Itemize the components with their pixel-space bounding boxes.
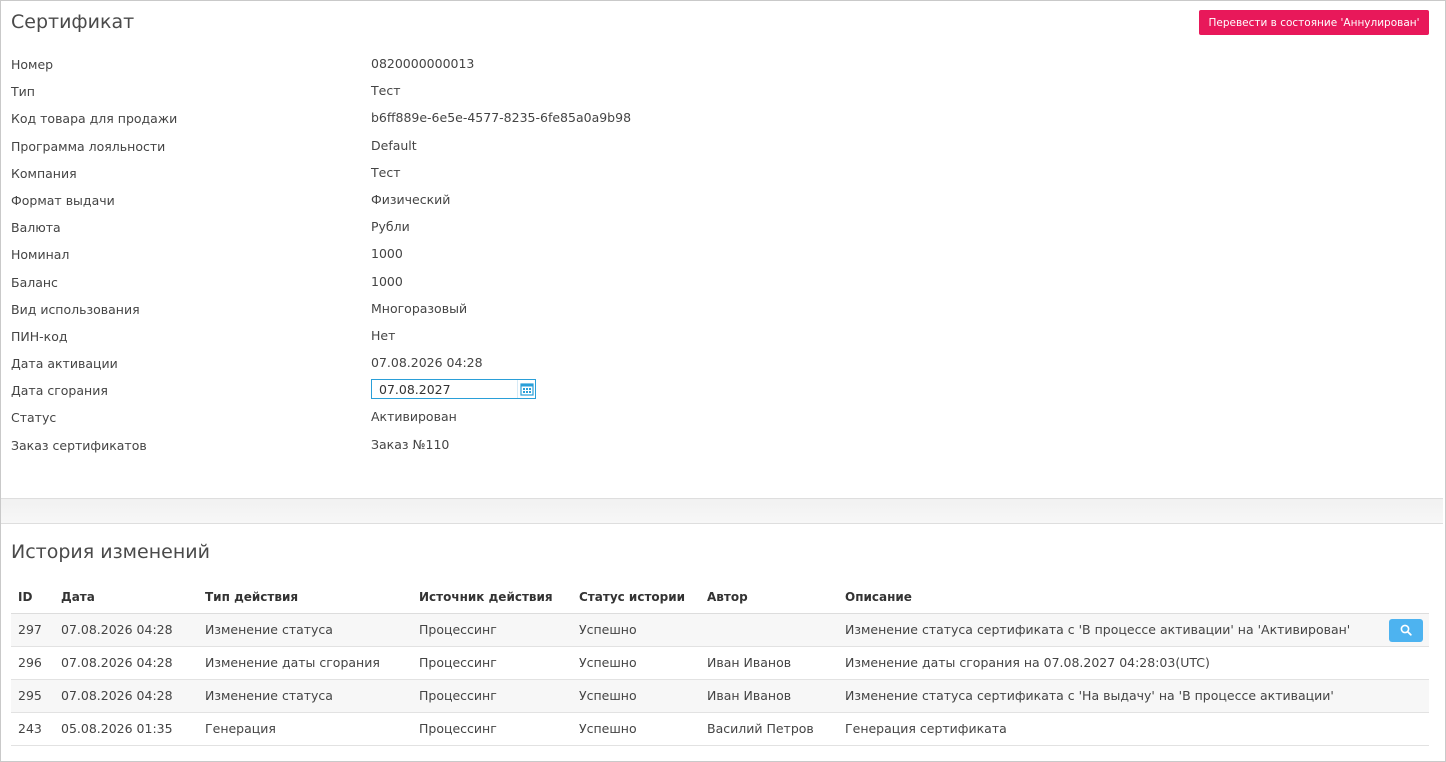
- field-label: ПИН-код: [11, 328, 68, 344]
- cell-id: 243: [11, 712, 54, 746]
- field-company: Компания Тест: [11, 162, 711, 189]
- field-value: 07.08.2026 04:28: [371, 355, 483, 371]
- field-label: Формат выдачи: [11, 192, 115, 208]
- expiry-date-input[interactable]: 07.08.2027: [371, 379, 536, 400]
- field-label: Код товара для продажи: [11, 111, 178, 127]
- history-header-row: ID Дата Тип действия Источник действия С…: [11, 581, 1429, 614]
- cell-date: 07.08.2026 04:28: [54, 679, 198, 713]
- cell-author: Иван Иванов: [700, 646, 838, 680]
- cell-date: 07.08.2026 04:28: [54, 613, 198, 647]
- field-balance: Баланс 1000: [11, 271, 711, 298]
- field-issue-format: Формат выдачи Физический: [11, 189, 711, 216]
- history-table: ID Дата Тип действия Источник действия С…: [11, 581, 1429, 746]
- field-label: Заказ сертификатов: [11, 437, 147, 453]
- table-row[interactable]: 296 07.08.2026 04:28 Изменение даты сгор…: [11, 646, 1429, 680]
- column-header-action-type[interactable]: Тип действия: [198, 581, 412, 614]
- cell-date: 05.08.2026 01:35: [54, 712, 198, 746]
- cell-id: 295: [11, 679, 54, 713]
- cell-source: Процессинг: [412, 679, 572, 713]
- calendar-icon[interactable]: [517, 380, 535, 399]
- field-nominal: Номинал 1000: [11, 243, 711, 270]
- field-value: 1000: [371, 246, 403, 262]
- column-header-history-status[interactable]: Статус истории: [572, 581, 700, 614]
- cell-author: Иван Иванов: [700, 679, 838, 713]
- cell-action: Изменение даты сгорания: [198, 646, 412, 680]
- field-label: Тип: [11, 84, 35, 100]
- column-header-date[interactable]: Дата: [54, 581, 198, 614]
- cell-action: Генерация: [198, 712, 412, 746]
- search-icon: [1400, 624, 1412, 636]
- field-value: 0820000000013: [371, 56, 475, 71]
- cell-status: Успешно: [572, 679, 700, 713]
- column-header-id[interactable]: ID: [11, 581, 54, 614]
- field-loyalty-program: Программа лояльности Default: [11, 135, 711, 162]
- table-row[interactable]: 295 07.08.2026 04:28 Изменение статуса П…: [11, 679, 1429, 713]
- field-type: Тип Тест: [11, 80, 711, 107]
- field-value: Физический: [371, 191, 451, 207]
- cell-description: Генерация сертификата: [838, 712, 1429, 746]
- cell-author: Василий Петров: [700, 712, 838, 746]
- field-value: Многоразовый: [371, 300, 468, 316]
- column-header-author[interactable]: Автор: [700, 581, 838, 614]
- column-header-action-source[interactable]: Источник действия: [412, 581, 572, 614]
- expiry-date-value[interactable]: 07.08.2027: [372, 382, 517, 397]
- cell-source: Процессинг: [412, 712, 572, 746]
- cell-description: Изменение статуса сертификата с 'На выда…: [838, 679, 1429, 713]
- history-panel: История изменений ID Дата Тип действия И…: [1, 525, 1443, 760]
- panel-divider: [1, 499, 1443, 524]
- field-value: Тест: [371, 164, 401, 180]
- field-label: Статус: [11, 410, 57, 426]
- field-label: Номер: [11, 57, 54, 72]
- page-title: Сертификат: [11, 11, 135, 33]
- cell-action: Изменение статуса: [198, 613, 412, 647]
- cell-id: 296: [11, 646, 54, 680]
- cell-id: 297: [11, 613, 54, 647]
- field-pin: ПИН-код Нет: [11, 325, 711, 352]
- cell-date: 07.08.2026 04:28: [54, 646, 198, 680]
- field-value: Заказ №110: [371, 436, 450, 452]
- annul-button[interactable]: Перевести в состояние 'Аннулирован': [1199, 10, 1429, 35]
- cell-description: Изменение статуса сертификата с 'В проце…: [838, 613, 1429, 647]
- field-usage-type: Вид использования Многоразовый: [11, 298, 711, 325]
- field-expiry-date: Дата сгорания 07.08.2027: [11, 379, 711, 406]
- field-label: Валюта: [11, 220, 61, 236]
- field-value: Тест: [371, 83, 401, 99]
- field-value: Default: [371, 137, 417, 153]
- certificate-panel: Сертификат Перевести в состояние 'Аннули…: [1, 1, 1443, 499]
- field-currency: Валюта Рубли: [11, 216, 711, 243]
- field-value: Нет: [371, 327, 396, 343]
- cell-source: Процессинг: [412, 646, 572, 680]
- field-certificate-order: Заказ сертификатов Заказ №110: [11, 434, 711, 461]
- field-activation-date: Дата активации 07.08.2026 04:28: [11, 352, 711, 379]
- column-header-description[interactable]: Описание: [838, 581, 1429, 614]
- cell-status: Успешно: [572, 646, 700, 680]
- history-title: История изменений: [11, 541, 210, 563]
- cell-author: [700, 613, 838, 647]
- cell-description: Изменение даты сгорания на 07.08.2027 04…: [838, 646, 1429, 680]
- field-status: Статус Активирован: [11, 406, 711, 433]
- field-label: Баланс: [11, 274, 58, 290]
- cell-status: Успешно: [572, 613, 700, 647]
- field-label: Компания: [11, 165, 77, 181]
- field-label: Дата активации: [11, 356, 118, 372]
- field-label: Вид использования: [11, 301, 140, 317]
- cell-source: Процессинг: [412, 613, 572, 647]
- field-value: b6ff889e-6e5e-4577-8235-6fe85a0a9b98: [371, 110, 632, 126]
- field-product-code: Код товара для продажи b6ff889e-6e5e-457…: [11, 107, 711, 134]
- field-label: Дата сгорания: [11, 383, 108, 399]
- table-row[interactable]: 297 07.08.2026 04:28 Изменение статуса П…: [11, 613, 1429, 647]
- field-number: Номер 0820000000013: [11, 53, 711, 80]
- cell-status: Успешно: [572, 712, 700, 746]
- cell-action: Изменение статуса: [198, 679, 412, 713]
- field-label: Программа лояльности: [11, 138, 166, 154]
- field-value: Активирован: [371, 409, 457, 425]
- field-value: 1000: [371, 273, 403, 289]
- description-text: Изменение статуса сертификата с 'В проце…: [845, 622, 1351, 637]
- table-row[interactable]: 243 05.08.2026 01:35 Генерация Процессин…: [11, 712, 1429, 746]
- field-label: Номинал: [11, 247, 70, 263]
- field-value: Рубли: [371, 219, 410, 235]
- view-details-button[interactable]: [1389, 618, 1423, 642]
- certificate-fields: Номер 0820000000013 Тип Тест Код товара …: [11, 53, 711, 461]
